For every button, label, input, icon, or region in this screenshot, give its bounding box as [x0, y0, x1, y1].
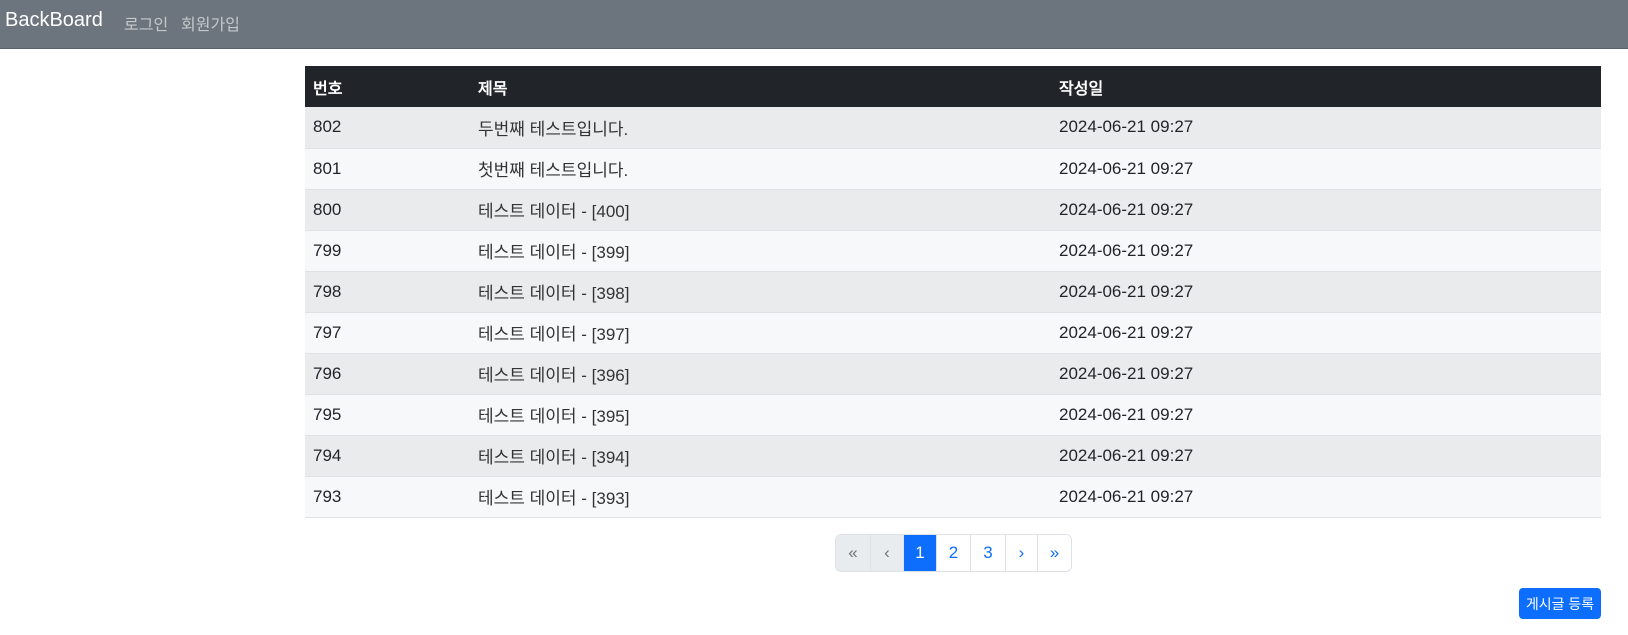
- post-date: 2024-06-21 09:27: [1059, 445, 1194, 465]
- post-number: 799: [313, 240, 342, 260]
- nav-login-link[interactable]: 로그인: [124, 11, 168, 35]
- post-date: 2024-06-21 09:27: [1059, 486, 1194, 506]
- pagination-page-2[interactable]: 2: [936, 535, 970, 571]
- table-row[interactable]: 794 테스트 데이터 - [394] 2024-06-21 09:27: [305, 435, 1601, 476]
- pagination-prev-button[interactable]: ‹: [870, 535, 903, 571]
- post-number: 798: [313, 281, 342, 301]
- column-header-date: 작성일: [1059, 80, 1104, 98]
- post-title-link[interactable]: 테스트 데이터 - [394]: [470, 435, 1051, 476]
- post-title-link[interactable]: 테스트 데이터 - [398]: [470, 271, 1051, 312]
- post-title-link[interactable]: 테스트 데이터 - [397]: [470, 312, 1051, 353]
- post-title-link[interactable]: 테스트 데이터 - [400]: [470, 189, 1051, 230]
- post-date: 2024-06-21 09:27: [1059, 322, 1194, 342]
- post-title-link[interactable]: 테스트 데이터 - [395]: [470, 394, 1051, 435]
- table-row[interactable]: 796 테스트 데이터 - [396] 2024-06-21 09:27: [305, 353, 1601, 394]
- post-title-link[interactable]: 테스트 데이터 - [399]: [470, 230, 1051, 271]
- post-date: 2024-06-21 09:27: [1059, 117, 1194, 137]
- table-row[interactable]: 801 첫번째 테스트입니다. 2024-06-21 09:27: [305, 148, 1601, 189]
- table-header-row: 번호 제목 작성일: [305, 66, 1601, 107]
- pagination-page-1[interactable]: 1: [903, 535, 936, 571]
- table-row[interactable]: 798 테스트 데이터 - [398] 2024-06-21 09:27: [305, 271, 1601, 312]
- post-title-link[interactable]: 두번째 테스트입니다.: [470, 107, 1051, 148]
- table-body: 802 두번째 테스트입니다. 2024-06-21 09:27 801 첫번째…: [305, 107, 1601, 517]
- table-row[interactable]: 793 테스트 데이터 - [393] 2024-06-21 09:27: [305, 476, 1601, 517]
- table-row[interactable]: 802 두번째 테스트입니다. 2024-06-21 09:27: [305, 107, 1601, 148]
- post-number: 797: [313, 322, 342, 342]
- post-number: 796: [313, 363, 342, 383]
- pagination-page-3[interactable]: 3: [970, 535, 1005, 571]
- column-header-title: 제목: [478, 80, 508, 98]
- table-row[interactable]: 797 테스트 데이터 - [397] 2024-06-21 09:27: [305, 312, 1601, 353]
- pagination-first-button[interactable]: «: [836, 535, 870, 571]
- table-row[interactable]: 799 테스트 데이터 - [399] 2024-06-21 09:27: [305, 230, 1601, 271]
- post-number: 795: [313, 404, 342, 424]
- pagination-last-button[interactable]: »: [1037, 535, 1071, 571]
- post-number: 801: [313, 158, 342, 178]
- post-title-link[interactable]: 테스트 데이터 - [396]: [470, 353, 1051, 394]
- navbar: BackBoard 로그인 회원가입: [0, 0, 1628, 49]
- table-row[interactable]: 800 테스트 데이터 - [400] 2024-06-21 09:27: [305, 189, 1601, 230]
- table-header: 번호 제목 작성일: [305, 66, 1601, 107]
- column-header-number: 번호: [313, 80, 343, 98]
- post-date: 2024-06-21 09:27: [1059, 158, 1194, 178]
- post-date: 2024-06-21 09:27: [1059, 281, 1194, 301]
- post-number: 802: [313, 117, 342, 137]
- post-number: 800: [313, 199, 342, 219]
- table-row[interactable]: 795 테스트 데이터 - [395] 2024-06-21 09:27: [305, 394, 1601, 435]
- post-date: 2024-06-21 09:27: [1059, 199, 1194, 219]
- post-date: 2024-06-21 09:27: [1059, 363, 1194, 383]
- nav-signup-link[interactable]: 회원가입: [181, 11, 240, 35]
- post-number: 793: [313, 486, 342, 506]
- board-table: 번호 제목 작성일 802 두번째 테스트입니다. 2024-06-21 09:…: [305, 66, 1601, 518]
- post-title-link[interactable]: 첫번째 테스트입니다.: [470, 148, 1051, 189]
- post-date: 2024-06-21 09:27: [1059, 240, 1194, 260]
- register-post-button[interactable]: 게시글 등록: [1519, 588, 1601, 619]
- pagination: « ‹ 1 2 3 › »: [835, 534, 1072, 572]
- post-number: 794: [313, 445, 342, 465]
- brand-logo[interactable]: BackBoard: [5, 9, 103, 32]
- post-title-link[interactable]: 테스트 데이터 - [393]: [470, 476, 1051, 517]
- post-date: 2024-06-21 09:27: [1059, 404, 1194, 424]
- pagination-next-button[interactable]: ›: [1005, 535, 1037, 571]
